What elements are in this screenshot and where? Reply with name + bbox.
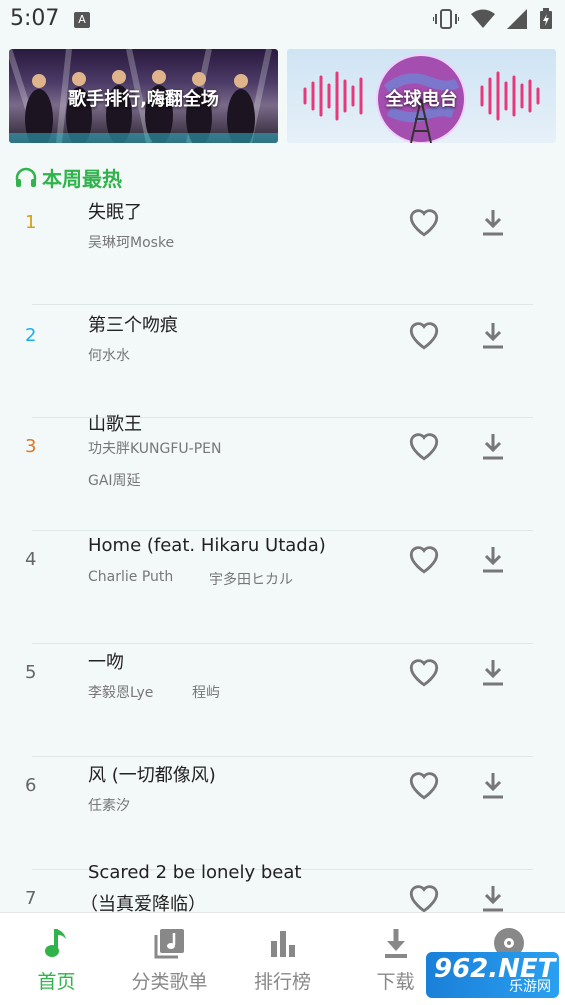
section-title: 本周最热 — [14, 163, 122, 192]
section-title-text: 本周最热 — [42, 167, 122, 191]
nav-label: 分类歌单 — [131, 971, 208, 993]
song-title: 一吻 — [88, 652, 124, 673]
song-artist: 程屿 — [192, 685, 220, 701]
song-row[interactable]: 4 Home (feat. Hikaru Utada) Charlie Puth… — [0, 531, 565, 644]
favorite-heart-icon[interactable] — [407, 769, 441, 801]
favorite-heart-icon[interactable] — [407, 319, 441, 351]
favorite-heart-icon[interactable] — [407, 656, 441, 688]
notification-icon: A — [74, 12, 90, 28]
nav-categories[interactable]: 分类歌单 — [113, 913, 226, 1005]
nav-label: 首页 — [37, 971, 76, 993]
favorite-heart-icon[interactable] — [407, 430, 441, 462]
nav-charts[interactable]: 排行榜 — [226, 913, 339, 1005]
bar-chart-icon — [270, 931, 295, 957]
vibrate-icon — [433, 9, 459, 29]
global-radio-banner[interactable]: 全球电台 — [287, 49, 556, 143]
song-rank: 2 — [25, 325, 37, 346]
song-artist: Charlie Puth — [88, 569, 174, 585]
song-title: 第三个吻痕 — [88, 315, 178, 336]
download-icon[interactable] — [481, 658, 505, 688]
song-title: Scared 2 be lonely beat — [88, 862, 302, 883]
song-row[interactable]: 5 一吻 李毅恩Lye 程屿 — [0, 644, 565, 757]
nav-home[interactable]: 首页 — [0, 913, 113, 1005]
banner-label: 全球电台 — [385, 89, 458, 110]
song-title: Home (feat. Hikaru Utada) — [88, 535, 326, 556]
song-artist: 宇多田ヒカル — [209, 572, 293, 588]
song-artist: GAI周延 — [88, 473, 141, 489]
song-artist: 功夫胖KUNGFU-PEN — [88, 441, 222, 457]
banner-label: 歌手排行,嗨翻全场 — [68, 89, 219, 110]
watermark-sub-text: 乐游网 — [509, 979, 551, 995]
status-bar: 5:07 A — [0, 0, 565, 40]
download-icon[interactable] — [481, 321, 505, 351]
song-title: 山歌王 — [88, 414, 142, 435]
song-row[interactable]: 3 山歌王 功夫胖KUNGFU-PEN GAI周延 — [0, 414, 565, 531]
status-time: 5:07 — [10, 6, 60, 31]
signal-icon — [507, 9, 527, 29]
song-artist: 李毅恩Lye — [88, 685, 154, 701]
download-icon[interactable] — [481, 545, 505, 575]
album-icon — [154, 929, 184, 959]
song-rank: 7 — [25, 888, 37, 909]
song-title: 失眠了 — [88, 202, 142, 223]
music-note-icon — [44, 929, 66, 957]
wifi-icon — [471, 9, 495, 28]
download-icon[interactable] — [481, 884, 505, 914]
song-artist: 何水水 — [88, 348, 130, 364]
song-title: 风 (一切都像风) — [88, 765, 216, 786]
nav-label: 排行榜 — [253, 971, 311, 993]
download-icon[interactable] — [481, 432, 505, 462]
song-rank: 3 — [25, 436, 37, 457]
favorite-heart-icon[interactable] — [407, 543, 441, 575]
favorite-heart-icon[interactable] — [407, 882, 441, 914]
download-icon[interactable] — [481, 208, 505, 238]
singer-ranking-banner[interactable]: 歌手排行,嗨翻全场 — [9, 49, 278, 143]
song-row[interactable]: 2 第三个吻痕 何水水 — [0, 305, 565, 418]
download-icon — [384, 929, 407, 958]
site-watermark: 962.NET 乐游网 — [426, 952, 559, 998]
song-artist: 吴琳珂Moske — [88, 235, 175, 251]
status-icons — [433, 8, 553, 30]
favorite-heart-icon[interactable] — [407, 206, 441, 238]
song-rank: 1 — [25, 212, 37, 233]
headphones-icon — [15, 167, 37, 187]
song-row[interactable]: 1 失眠了 吴琳珂Moske — [0, 192, 565, 305]
song-rank: 4 — [25, 549, 37, 570]
song-list: 1 失眠了 吴琳珂Moske 2 第三个吻痕 何水水 3 山歌王 功夫胖KUNG… — [0, 192, 565, 983]
song-artist: 任素汐 — [88, 798, 130, 814]
song-row[interactable]: 6 风 (一切都像风) 任素汐 — [0, 757, 565, 870]
song-rank: 5 — [25, 662, 37, 683]
song-rank: 6 — [25, 775, 37, 796]
download-icon[interactable] — [481, 771, 505, 801]
battery-icon — [540, 8, 552, 29]
